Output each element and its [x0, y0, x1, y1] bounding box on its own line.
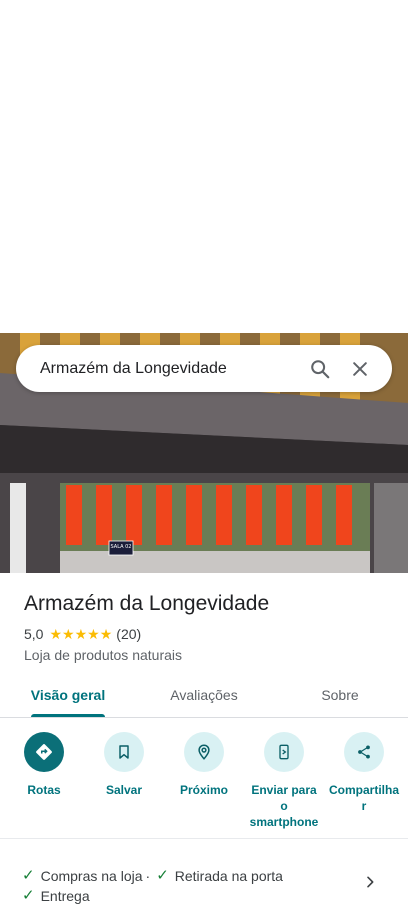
active-tab-indicator [31, 714, 105, 717]
tab-overview[interactable]: Visão geral [0, 672, 136, 717]
map-blank-area [0, 0, 408, 333]
share-button[interactable]: Compartilhar [327, 730, 401, 838]
place-title: Armazém da Longevidade [24, 592, 270, 615]
tab-about-label: Sobre [321, 686, 359, 703]
close-icon[interactable] [340, 349, 380, 389]
rating-stars: ★ ★ ★ ★ ★ [49, 627, 112, 641]
check-icon: ✓ [22, 867, 35, 884]
chevron-right-icon[interactable] [362, 874, 378, 890]
directions-button[interactable]: Rotas [7, 730, 81, 838]
send-to-phone-label: Enviar para o smartphone [249, 783, 319, 829]
save-button[interactable]: Salvar [87, 730, 161, 838]
directions-icon [24, 732, 64, 772]
save-label: Salvar [105, 783, 143, 797]
star-icon: ★ [49, 626, 63, 642]
nearby-icon [184, 732, 224, 772]
tab-reviews[interactable]: Avaliações [136, 672, 272, 717]
star-icon: ★ [99, 626, 113, 642]
feature-curbside: Retirada na porta [174, 868, 283, 884]
action-buttons: Rotas Salvar Próximo Enviar para o smart… [0, 730, 408, 838]
feature-delivery: Entrega [40, 888, 90, 904]
send-to-phone-icon [264, 732, 304, 772]
share-icon [344, 732, 384, 772]
tab-bar: Visão geral Avaliações Sobre [0, 672, 408, 718]
rating-value: 5,0 [24, 626, 44, 642]
send-to-phone-button[interactable]: Enviar para o smartphone [247, 730, 321, 838]
place-info: Armazém da Longevidade 5,0 ★ ★ ★ ★ ★ (20… [24, 590, 394, 664]
divider [0, 838, 408, 839]
feature-in-store: Compras na loja [40, 868, 143, 884]
share-label: Compartilhar [328, 783, 399, 813]
search-icon[interactable] [300, 349, 340, 389]
review-count[interactable]: (20) [116, 626, 141, 642]
search-query[interactable]: Armazém da Longevidade [40, 360, 300, 378]
photo-sign-text: SALA 02 [110, 544, 132, 550]
bookmark-icon [104, 732, 144, 772]
star-icon: ★ [74, 626, 88, 642]
star-icon: ★ [87, 626, 100, 642]
check-icon: ✓ [156, 867, 169, 884]
directions-label: Rotas [27, 783, 61, 797]
star-icon: ★ [62, 626, 75, 642]
nearby-button[interactable]: Próximo [167, 730, 241, 838]
nearby-label: Próximo [179, 783, 228, 797]
service-options[interactable]: ✓ Compras na loja · ✓ Retirada na porta … [22, 866, 362, 906]
place-category[interactable]: Loja de produtos naturais [24, 646, 394, 664]
search-bar[interactable]: Armazém da Longevidade [16, 345, 392, 392]
feature-separator: · [145, 868, 151, 884]
tab-about[interactable]: Sobre [272, 672, 408, 717]
tab-reviews-label: Avaliações [170, 686, 238, 703]
check-icon: ✓ [22, 887, 35, 904]
tab-overview-label: Visão geral [30, 686, 106, 703]
rating-row[interactable]: 5,0 ★ ★ ★ ★ ★ (20) [24, 625, 394, 643]
